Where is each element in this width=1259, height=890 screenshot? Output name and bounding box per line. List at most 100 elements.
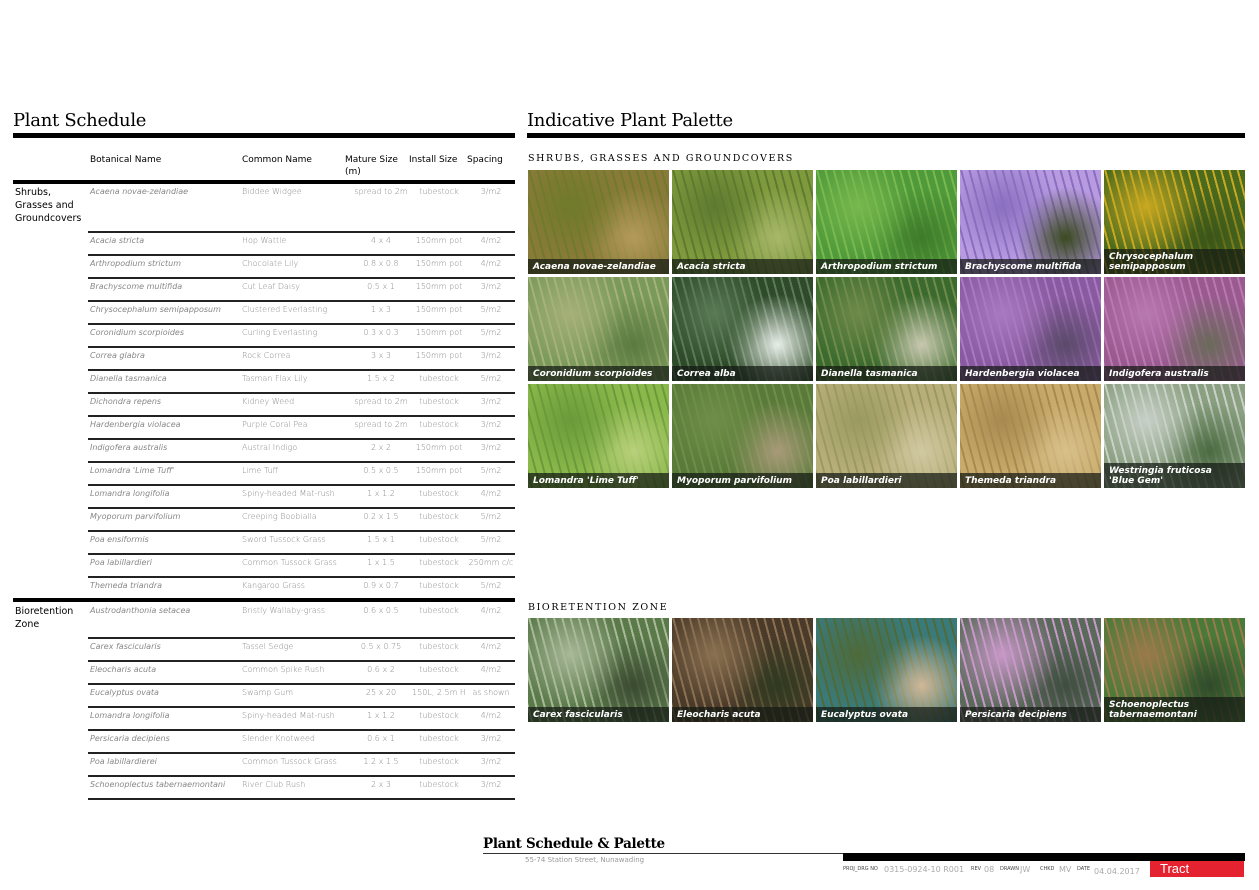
botanical-name: Myoporum parvifolium	[90, 512, 181, 521]
table-row: Poa labillardierei Common Tussock Grass 1.…	[88, 754, 515, 777]
install-size: tubestock	[419, 420, 459, 429]
install-size: tubestock	[419, 711, 459, 720]
spacing: 5/m2	[480, 512, 502, 521]
common-name: Spiny-headed Mat-rush	[242, 711, 335, 720]
common-name: Common Tussock Grass	[242, 757, 337, 766]
install-size: tubestock	[419, 757, 459, 766]
botanical-name: Eleocharis acuta	[90, 665, 157, 674]
table-row: Austrodanthonia setacea Bristly Wallaby-g…	[88, 603, 515, 626]
spacing: 5/m2	[480, 466, 502, 475]
plant-photo-caption: Arthropodium strictum	[816, 259, 957, 274]
schedule-title: Plant Schedule	[13, 110, 147, 131]
plant-photo-tile: Chrysocephalum semipapposum	[1104, 170, 1245, 274]
plant-photo-tile: Dianella tasmanica	[816, 277, 957, 381]
table-row: Arthropodium strictum Chocolate Lily 0.8 x…	[88, 256, 515, 279]
common-name: Creeping Boobialla	[242, 512, 317, 521]
spacing: 5/m2	[480, 535, 502, 544]
plant-photo-caption: Indigofera australis	[1104, 366, 1245, 381]
spacing: 4/m2	[480, 489, 502, 498]
spacing: 4/m2	[480, 642, 502, 651]
common-name: Hop Wattle	[242, 236, 287, 245]
rev-value: 08	[984, 865, 995, 874]
palette-title: Indicative Plant Palette	[527, 110, 733, 131]
footer-rule	[483, 853, 843, 854]
footer-address: 55-74 Station Street, Nunawading	[525, 856, 645, 864]
table-row: Lomandra longifolia Spiny-headed Mat-rush…	[88, 486, 515, 509]
common-name: Kangaroo Grass	[242, 581, 305, 590]
table-row: Persicaria decipiens Slender Knotweed 0.6 …	[88, 731, 515, 754]
install-size: 150mm pot	[415, 305, 463, 314]
plant-photo-tile: Themeda triandra	[960, 384, 1101, 488]
header-install: Install Size	[409, 155, 458, 165]
spacing: 3/m2	[480, 397, 502, 406]
install-size: tubestock	[419, 374, 459, 383]
plant-photo-caption: Brachyscome multifida	[960, 259, 1101, 274]
spacing: 3/m2	[480, 187, 502, 196]
plant-photo-caption: Westringia fruticosa 'Blue Gem'	[1104, 463, 1245, 488]
header-botanical: Botanical Name	[90, 155, 162, 165]
table-row: Lomandra 'Lime Tuff' Lime Tuff 0.5 x 0.5 15…	[88, 463, 515, 486]
common-name: Slender Knotweed	[242, 734, 315, 743]
botanical-name: Indigofera australis	[90, 443, 168, 452]
botanical-name: Lomandra longifolia	[90, 489, 170, 498]
install-size: 150mm pot	[415, 282, 463, 291]
table-row: Dianella tasmanica Tasman Flax Lily 1.5 x …	[88, 371, 515, 394]
plant-photo-caption: Carex fascicularis	[528, 707, 669, 722]
spacing: 3/m2	[480, 757, 502, 766]
install-size: tubestock	[419, 606, 459, 615]
spacing: 250mm c/c	[468, 558, 514, 567]
date-label: DATE	[1077, 866, 1091, 872]
plant-photo-caption: Poa labillardieri	[816, 473, 957, 488]
common-name: Rock Correa	[242, 351, 291, 360]
spacing: 4/m2	[480, 236, 502, 245]
plant-photo-tile: Carex fascicularis	[528, 618, 669, 722]
plant-photo-tile: Persicaria decipiens	[960, 618, 1101, 722]
category-label: Bioretention Zone	[15, 606, 74, 630]
install-size: 150mm pot	[415, 236, 463, 245]
botanical-name: Correa glabra	[90, 351, 145, 360]
plant-photo-tile: Eleocharis acuta	[672, 618, 813, 722]
table-row: Brachyscome multifida Cut Leaf Daisy 0.5 x…	[88, 279, 515, 302]
common-name: Cut Leaf Daisy	[242, 282, 301, 291]
spacing: 4/m2	[480, 665, 502, 674]
rev-label: REV	[971, 866, 982, 872]
plant-photo-caption: Correa alba	[672, 366, 813, 381]
botanical-name: Eucalyptus ovata	[90, 688, 159, 697]
common-name: Austral Indigo	[242, 443, 298, 452]
plant-photo-caption: Myoporum parvifolium	[672, 473, 813, 488]
plant-photo-tile: Hardenbergia violacea	[960, 277, 1101, 381]
spacing: 5/m2	[480, 374, 502, 383]
header-common: Common Name	[242, 155, 312, 165]
common-name: Biddee Widgee	[242, 187, 302, 196]
install-size: tubestock	[419, 734, 459, 743]
table-row: Correa glabra Rock Correa 3 x 3 150mm pot 3/…	[88, 348, 515, 371]
install-size: tubestock	[419, 558, 459, 567]
table-row: Poa ensiformis Sword Tussock Grass 1.5 x 1…	[88, 532, 515, 555]
plant-photo-caption: Eleocharis acuta	[672, 707, 813, 722]
common-name: Clustered Everlasting	[242, 305, 328, 314]
botanical-name: Schoenoplectus tabernaemontani	[90, 780, 226, 789]
common-name: Purple Coral Pea	[242, 420, 308, 429]
botanical-name: Poa ensiformis	[90, 535, 149, 544]
table-row: Eleocharis acuta Common Spike Rush 0.6 x 2…	[88, 662, 515, 685]
table-row: Lomandra longifolia Spiny-headed Mat-rush…	[88, 708, 515, 731]
spacing: 3/m2	[480, 420, 502, 429]
spacing: as shown	[472, 688, 510, 697]
botanical-name: Brachyscome multifida	[90, 282, 183, 291]
proj-label: PROJ_DRG NO	[843, 866, 878, 872]
plant-photo-tile: Correa alba	[672, 277, 813, 381]
common-name: Spiny-headed Mat-rush	[242, 489, 335, 498]
common-name: Tasman Flax Lily	[242, 374, 308, 383]
plant-photo-caption: Dianella tasmanica	[816, 366, 957, 381]
install-size: tubestock	[419, 489, 459, 498]
spacing: 4/m2	[480, 259, 502, 268]
common-name: Common Tussock Grass	[242, 558, 337, 567]
table-row: Hardenbergia violacea Purple Coral Pea spr…	[88, 417, 515, 440]
plant-photo-tile: Eucalyptus ovata	[816, 618, 957, 722]
plant-photo-caption: Chrysocephalum semipapposum	[1104, 249, 1245, 274]
plant-photo-caption: Lomandra 'Lime Tuff'	[528, 473, 669, 488]
botanical-name: Lomandra longifolia	[90, 711, 170, 720]
plant-photo-tile: Westringia fruticosa 'Blue Gem'	[1104, 384, 1245, 488]
drawn-value: JW	[1020, 865, 1031, 874]
plant-photo-tile: Indigofera australis	[1104, 277, 1245, 381]
